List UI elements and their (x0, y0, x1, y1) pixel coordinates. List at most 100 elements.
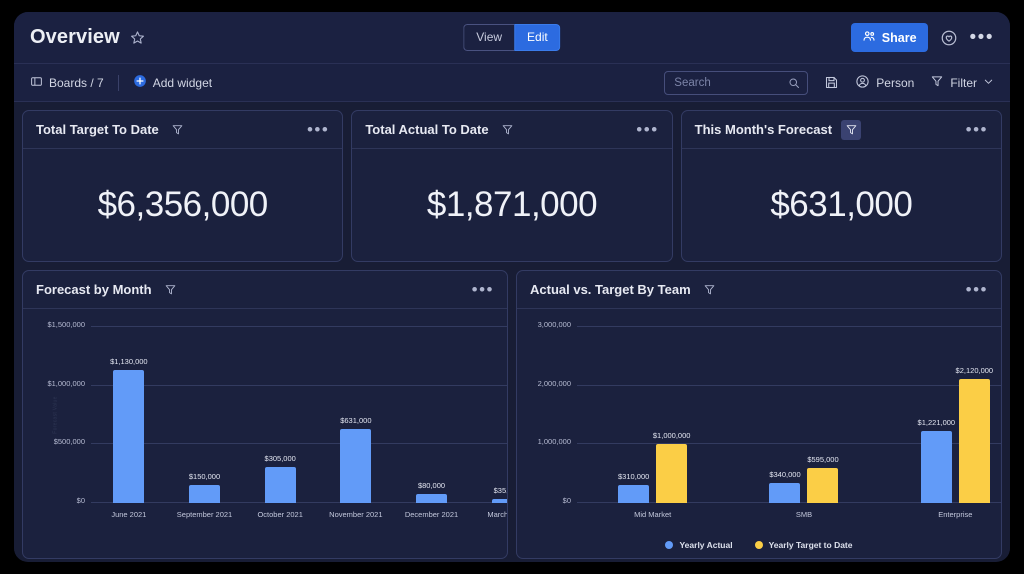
legend-color-dot (754, 541, 763, 549)
view-edit-toggle[interactable]: View Edit (463, 23, 561, 52)
filter-button[interactable]: Filter (930, 74, 994, 91)
bar[interactable] (113, 370, 145, 503)
bar-group: $305,000 (242, 327, 318, 503)
kpi-card-title: Total Actual To Date (365, 122, 489, 137)
star-icon[interactable] (130, 30, 145, 45)
share-button-label: Share (881, 30, 917, 45)
bar-value-label: $595,000 (807, 455, 839, 465)
y-axis-tick-label: 2,000,000 (537, 378, 571, 388)
add-widget-button[interactable]: Add widget (133, 74, 212, 91)
y-axis-tick-label: $0 (76, 496, 85, 505)
bar-group: $340,000 $595,000 (728, 327, 879, 503)
x-axis-labels: Mid Market SMB Enterprise (577, 503, 1001, 519)
bar-value-label: $1,130,000 (110, 357, 148, 367)
bar[interactable] (958, 378, 990, 503)
bars-group: $310,000 $1,000,000 $340,000 $595,000 $1,221… (577, 327, 1001, 503)
bar[interactable] (340, 428, 372, 503)
chart-row: Forecast by Month ••• Forecast Value $0 $… (14, 262, 1010, 562)
chart-body: Forecast Value $0 $500,000 $1,000,000 $1,50… (23, 309, 507, 558)
person-filter-button[interactable]: Person (855, 74, 914, 92)
bar-wrapper: $310,000 (618, 327, 649, 503)
kpi-card-title: Total Target To Date (36, 122, 159, 137)
bar-chart-actual-vs-target: $0 1,000,000 2,000,000 3,000,000 $310,000 $1… (538, 320, 1001, 519)
kpi-card-header: This Month's Forecast ••• (681, 111, 1001, 149)
boards-breadcrumb-label: Boards / 7 (49, 75, 104, 90)
x-axis-tick-label: December 2021 (404, 510, 459, 519)
kpi-value: $631,000 (770, 185, 913, 224)
kpi-row: Total Target To Date ••• $6,356,000 Tota… (14, 110, 1010, 262)
bar-value-label: $1,000,000 (652, 431, 691, 441)
header-right-group: Share ••• (850, 23, 994, 52)
funnel-icon[interactable] (498, 120, 518, 140)
chart-body: $0 1,000,000 2,000,000 3,000,000 $310,000 $1… (517, 309, 1001, 536)
x-axis-tick-label: Mid Market (634, 510, 672, 519)
y-axis-tick-label: $1,000,000 (47, 378, 85, 388)
x-axis-tick-label: SMB (795, 510, 813, 519)
bar[interactable] (189, 485, 220, 503)
funnel-icon[interactable] (168, 120, 188, 140)
bar-group: $35,000 (469, 327, 507, 503)
chart-card-actual-vs-target: Actual vs. Target By Team ••• $0 1,000,00… (516, 270, 1002, 559)
bar-value-label: $340,000 (769, 470, 801, 480)
board-header: Overview View Edit Share ••• (14, 12, 1010, 64)
bars-group: $1,130,000 $150,000 $305,000 $631,000 $80,00… (91, 327, 507, 503)
bar[interactable] (807, 468, 839, 503)
legend-label: Yearly Target to Date (768, 540, 853, 550)
search-box[interactable] (664, 70, 809, 95)
x-axis-tick-label: Enterprise (938, 510, 973, 519)
chart-card-header: Forecast by Month ••• (23, 271, 507, 309)
x-axis-tick-label: October 2021 (257, 510, 303, 519)
chevron-down-icon[interactable] (983, 76, 994, 90)
legend-item[interactable]: Yearly Actual (665, 540, 733, 550)
funnel-icon (930, 74, 944, 91)
save-icon[interactable] (824, 75, 839, 90)
header-more-menu[interactable]: ••• (970, 28, 994, 47)
kpi-card-menu[interactable]: ••• (966, 121, 988, 138)
screenshot-root: Overview View Edit Share ••• Boards / 7 … (0, 0, 1024, 574)
toolbar-right-group: Person Filter (664, 70, 994, 95)
boards-breadcrumb[interactable]: Boards / 7 (30, 75, 104, 91)
kpi-card-header: Total Actual To Date ••• (352, 111, 672, 149)
legend-item[interactable]: Yearly Target to Date (754, 540, 853, 550)
filter-label: Filter (950, 75, 977, 90)
board-canvas: Total Target To Date ••• $6,356,000 Tota… (14, 102, 1010, 561)
bar-group: $1,130,000 (91, 327, 167, 503)
bar-wrapper: $1,130,000 (110, 327, 148, 503)
share-button[interactable]: Share (850, 23, 928, 52)
edit-mode-button[interactable]: Edit (514, 23, 561, 52)
bar-wrapper: $305,000 (265, 327, 296, 503)
add-widget-label: Add widget (152, 75, 213, 90)
funnel-icon[interactable] (700, 280, 720, 300)
kpi-card-menu[interactable]: ••• (307, 121, 329, 138)
bar-group: $1,221,000 $2,120,000 (880, 327, 1001, 503)
toolbar-left-group: Boards / 7 Add widget (30, 74, 212, 91)
chart-legend: Yearly Actual Yearly Target to Date (517, 536, 1001, 558)
chart-card-menu[interactable]: ••• (472, 281, 494, 298)
header-left-group: Overview (30, 26, 145, 49)
funnel-icon[interactable] (841, 119, 862, 140)
view-mode-button[interactable]: View (463, 23, 515, 52)
bar-value-label: $80,000 (417, 480, 446, 490)
kpi-card-menu[interactable]: ••• (636, 121, 658, 138)
bar[interactable] (769, 483, 801, 503)
bar-wrapper: $35,000 (491, 327, 507, 503)
bar[interactable] (264, 467, 296, 503)
plus-circle-icon (133, 74, 147, 91)
funnel-icon[interactable] (161, 280, 181, 300)
bar-wrapper: $2,120,000 (956, 327, 993, 503)
bar[interactable] (416, 493, 448, 503)
bar-value-label: $35,000 (493, 485, 507, 495)
search-input[interactable] (674, 76, 784, 89)
chart-card-menu[interactable]: ••• (966, 281, 988, 298)
bar[interactable] (656, 444, 688, 503)
bar-chart-forecast: Forecast Value $0 $500,000 $1,000,000 $1,50… (47, 320, 507, 519)
bar[interactable] (920, 431, 952, 503)
x-axis-tick-label: June 2021 (111, 510, 147, 519)
chat-heart-icon[interactable] (940, 29, 958, 47)
bar-wrapper: $1,000,000 (653, 327, 690, 503)
bar[interactable] (618, 484, 650, 503)
kpi-card-total-actual: Total Actual To Date ••• $1,871,000 (351, 110, 673, 262)
bar-wrapper: $340,000 (769, 327, 801, 503)
search-icon (788, 77, 800, 89)
kpi-card-body: $631,000 (682, 149, 1001, 261)
